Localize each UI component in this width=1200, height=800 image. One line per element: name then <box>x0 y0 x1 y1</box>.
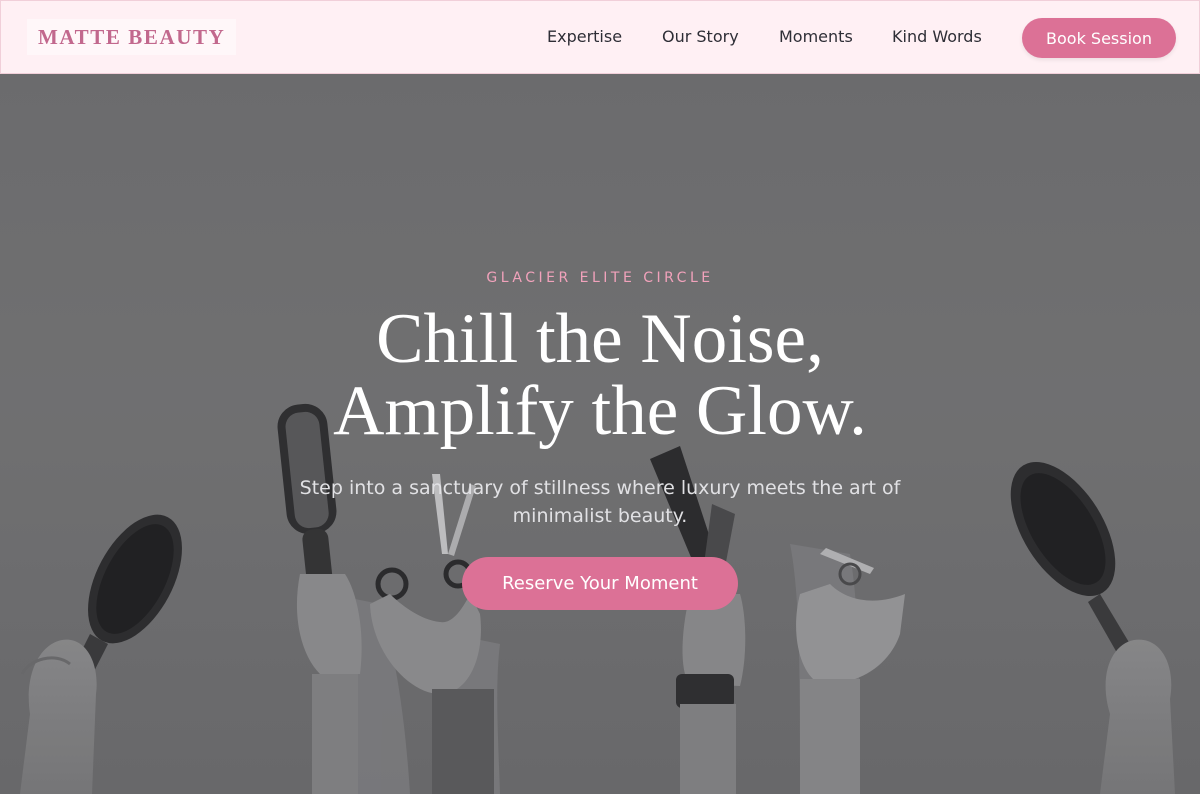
nav-link-expertise[interactable]: Expertise <box>547 27 622 46</box>
nav-link-moments[interactable]: Moments <box>779 27 853 46</box>
hero-headline-line-2: Amplify the Glow. <box>333 372 867 450</box>
reserve-moment-button[interactable]: Reserve Your Moment <box>462 557 738 610</box>
nav-link-our-story[interactable]: Our Story <box>662 27 739 46</box>
book-session-button[interactable]: Book Session <box>1022 18 1176 58</box>
hero-headline-line-1: Chill the Noise, <box>376 300 824 378</box>
site-header: MATTE BEAUTY Expertise Our Story Moments… <box>0 0 1200 74</box>
hero-kicker: GLACIER ELITE CIRCLE <box>486 270 714 286</box>
page-bottom-edge <box>0 794 1200 800</box>
hero-headline: Chill the Noise, Amplify the Glow. <box>0 303 1200 447</box>
brand-logo[interactable]: MATTE BEAUTY <box>27 19 237 55</box>
hero-subtitle: Step into a sanctuary of stillness where… <box>299 477 901 527</box>
nav-link-kind-words[interactable]: Kind Words <box>892 27 982 46</box>
